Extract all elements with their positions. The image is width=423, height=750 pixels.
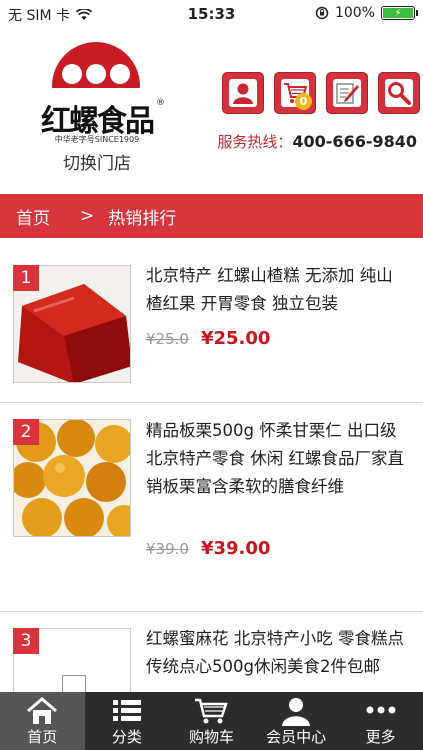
logo-arch bbox=[52, 42, 140, 94]
product-title[interactable]: 红螺蜜麻花 北京特产小吃 零食糕点 传统点心500g休闲美食2件包邮 bbox=[146, 625, 408, 681]
edit-icon bbox=[333, 79, 361, 107]
more-icon bbox=[366, 706, 396, 714]
product-price: ¥25.0 ¥25.00 bbox=[146, 328, 270, 349]
battery-percent: 100% bbox=[334, 5, 375, 21]
rotation-lock-icon bbox=[315, 6, 329, 20]
service-hotline[interactable]: 服务热线：400-666-9840 bbox=[217, 131, 417, 152]
logo-since: 中华老字号SINCE1909 bbox=[54, 135, 140, 144]
product-title[interactable]: 精品板栗500g 怀柔甘栗仁 出口级 北京特产零食 休闲 红螺食品厂家直销板栗富… bbox=[146, 417, 408, 501]
tab-bar: 首页 分类 购物车 会员中心 更多 bbox=[0, 692, 423, 750]
tab-label: 首页 bbox=[27, 728, 58, 746]
tab-label: 会员中心 bbox=[266, 728, 327, 746]
original-price: ¥39.0 bbox=[146, 540, 189, 558]
user-icon bbox=[229, 79, 257, 107]
rank-badge: 1 bbox=[13, 265, 39, 291]
rank-badge: 3 bbox=[13, 628, 39, 654]
tab-label: 购物车 bbox=[188, 728, 234, 746]
product-item[interactable]: 3 红螺蜜麻花 北京特产小吃 零食糕点 传统点心500g休闲美食2件包邮 bbox=[0, 612, 423, 692]
product-list: 1 北京特产 红螺山楂糕 无添加 纯山楂红果 开胃零食 独立包装 ¥25.0 ¥… bbox=[0, 238, 423, 692]
breadcrumb-separator: > bbox=[80, 206, 95, 226]
hotline-label: 服务热线： bbox=[217, 133, 293, 151]
product-price: ¥39.0 ¥39.00 bbox=[146, 538, 270, 559]
product-item[interactable]: 1 北京特产 红螺山楂糕 无添加 纯山楂红果 开胃零食 独立包装 ¥25.0 ¥… bbox=[0, 238, 423, 403]
breadcrumb-home[interactable]: 首页 bbox=[16, 204, 50, 229]
sale-price: ¥39.00 bbox=[200, 538, 271, 559]
search-button[interactable] bbox=[378, 72, 420, 114]
member-icon bbox=[282, 698, 311, 726]
user-button[interactable] bbox=[222, 72, 264, 114]
tab-member[interactable]: 会员中心 bbox=[254, 692, 339, 750]
cart-count-badge: 0 bbox=[295, 93, 312, 110]
battery-icon: ⚡ bbox=[381, 6, 418, 20]
brand-logo: 红螺食品 ® 中华老字号SINCE1909 bbox=[30, 36, 165, 146]
header: 红螺食品 ® 中华老字号SINCE1909 切换门店 0 服务热线：400-66… bbox=[0, 28, 423, 194]
breadcrumb-current: 热销排行 bbox=[108, 208, 177, 229]
status-right: 100% ⚡ bbox=[315, 5, 418, 21]
cart-icon bbox=[195, 698, 229, 724]
edit-button[interactable] bbox=[326, 72, 368, 114]
logo-registered: ® bbox=[156, 98, 165, 108]
sale-price: ¥25.00 bbox=[200, 328, 271, 349]
rank-badge: 2 bbox=[13, 419, 39, 445]
tab-label: 分类 bbox=[111, 728, 142, 746]
tab-home[interactable]: 首页 bbox=[0, 692, 85, 750]
status-bar: 无 SIM 卡 15:33 100% ⚡ bbox=[0, 0, 423, 28]
product-title[interactable]: 北京特产 红螺山楂糕 无添加 纯山楂红果 开胃零食 独立包装 bbox=[146, 262, 408, 318]
cart-button[interactable]: 0 bbox=[274, 72, 316, 114]
tab-label: 更多 bbox=[365, 728, 396, 746]
tab-cart[interactable]: 购物车 bbox=[169, 692, 254, 750]
search-icon bbox=[385, 79, 413, 107]
tab-category[interactable]: 分类 bbox=[85, 692, 170, 750]
original-price: ¥25.0 bbox=[146, 330, 189, 348]
home-icon bbox=[27, 697, 58, 724]
breadcrumb: 首页 > 热销排行 bbox=[0, 194, 423, 238]
tab-more[interactable]: 更多 bbox=[338, 692, 423, 750]
product-item[interactable]: 2 精品板栗500g 怀柔甘栗仁 出口级 北京特产零食 休闲 红螺食品厂家直销板… bbox=[0, 403, 423, 612]
list-icon bbox=[112, 700, 141, 721]
switch-store-link[interactable]: 切换门店 bbox=[30, 149, 164, 174]
hotline-number: 400-666-9840 bbox=[292, 132, 417, 151]
header-actions: 0 bbox=[222, 72, 420, 114]
